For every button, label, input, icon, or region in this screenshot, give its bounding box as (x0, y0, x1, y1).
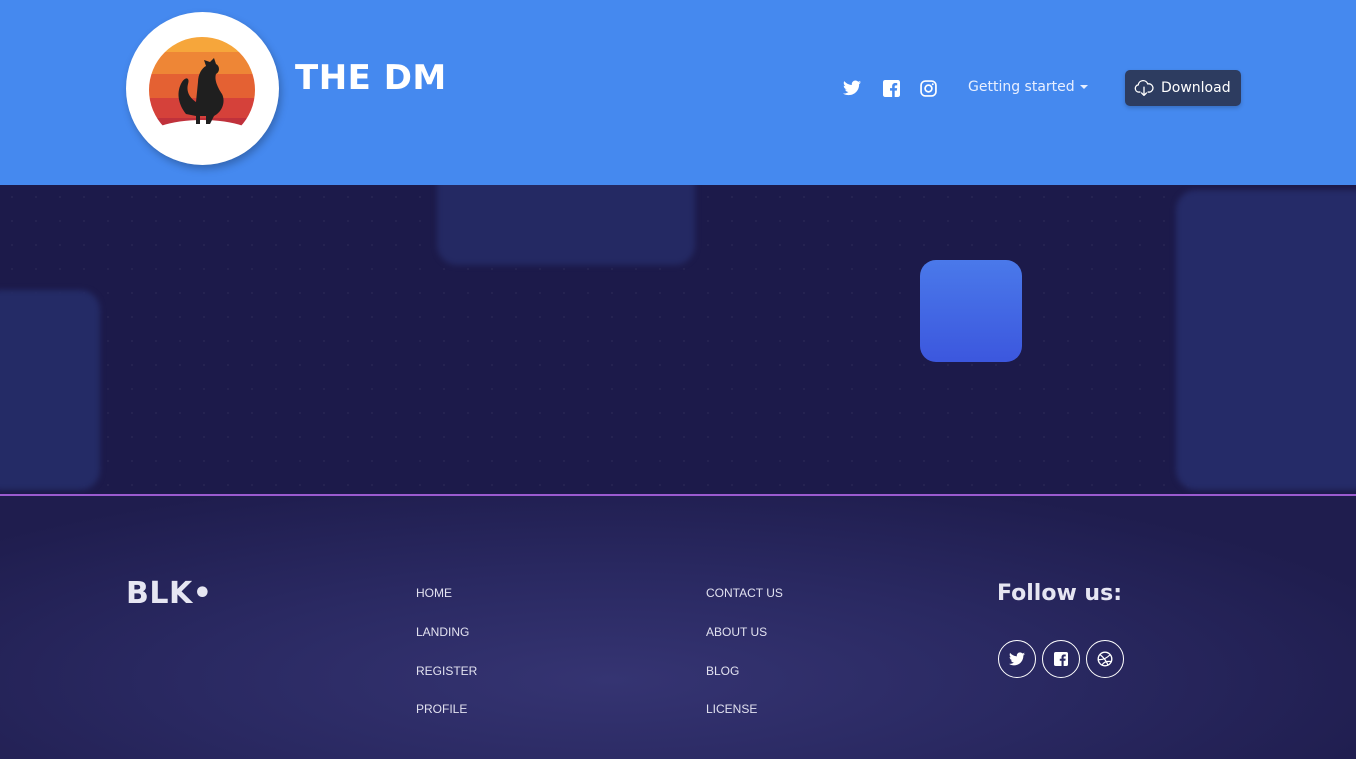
cloud-download-icon (1134, 79, 1154, 97)
decorative-square (0, 290, 100, 490)
footer-link-home[interactable]: HOME (416, 586, 452, 600)
footer-dribbble-button[interactable] (1086, 640, 1124, 678)
footer-link-profile[interactable]: PROFILE (416, 702, 467, 716)
twitter-icon[interactable] (842, 78, 862, 98)
caret-down-icon (1079, 85, 1088, 89)
hero-section (0, 185, 1356, 495)
brand-logo[interactable] (126, 12, 279, 165)
footer-link-blog[interactable]: BLOG (706, 664, 739, 678)
footer-twitter-button[interactable] (998, 640, 1036, 678)
footer-link-register[interactable]: REGISTER (416, 664, 477, 678)
footer-brand[interactable]: BLK• (126, 576, 212, 611)
footer-link-license[interactable]: LICENSE (706, 702, 757, 716)
footer: BLK• HOME LANDING REGISTER PROFILE CONTA… (0, 496, 1356, 759)
footer-facebook-button[interactable] (1042, 640, 1080, 678)
footer-link-landing[interactable]: LANDING (416, 625, 469, 639)
rooster-sunset-icon (144, 37, 260, 160)
download-button[interactable]: Download (1125, 70, 1241, 106)
decorative-square (437, 185, 695, 265)
twitter-icon (1009, 652, 1025, 666)
facebook-icon (1054, 652, 1068, 666)
instagram-icon[interactable] (918, 78, 938, 98)
getting-started-dropdown[interactable]: Getting started (968, 79, 1088, 95)
brand-title[interactable]: THE DM (295, 58, 447, 98)
header: THE DM Getting started Download (0, 0, 1356, 185)
getting-started-label: Getting started (968, 79, 1075, 95)
follow-us-title: Follow us: (997, 581, 1122, 606)
decorative-square (1176, 190, 1356, 490)
footer-link-contact-us[interactable]: CONTACT US (706, 586, 783, 600)
dribbble-icon (1097, 651, 1113, 667)
decorative-square (920, 260, 1022, 362)
facebook-icon[interactable] (881, 78, 901, 98)
footer-link-about-us[interactable]: ABOUT US (706, 625, 767, 639)
download-label: Download (1161, 80, 1231, 96)
